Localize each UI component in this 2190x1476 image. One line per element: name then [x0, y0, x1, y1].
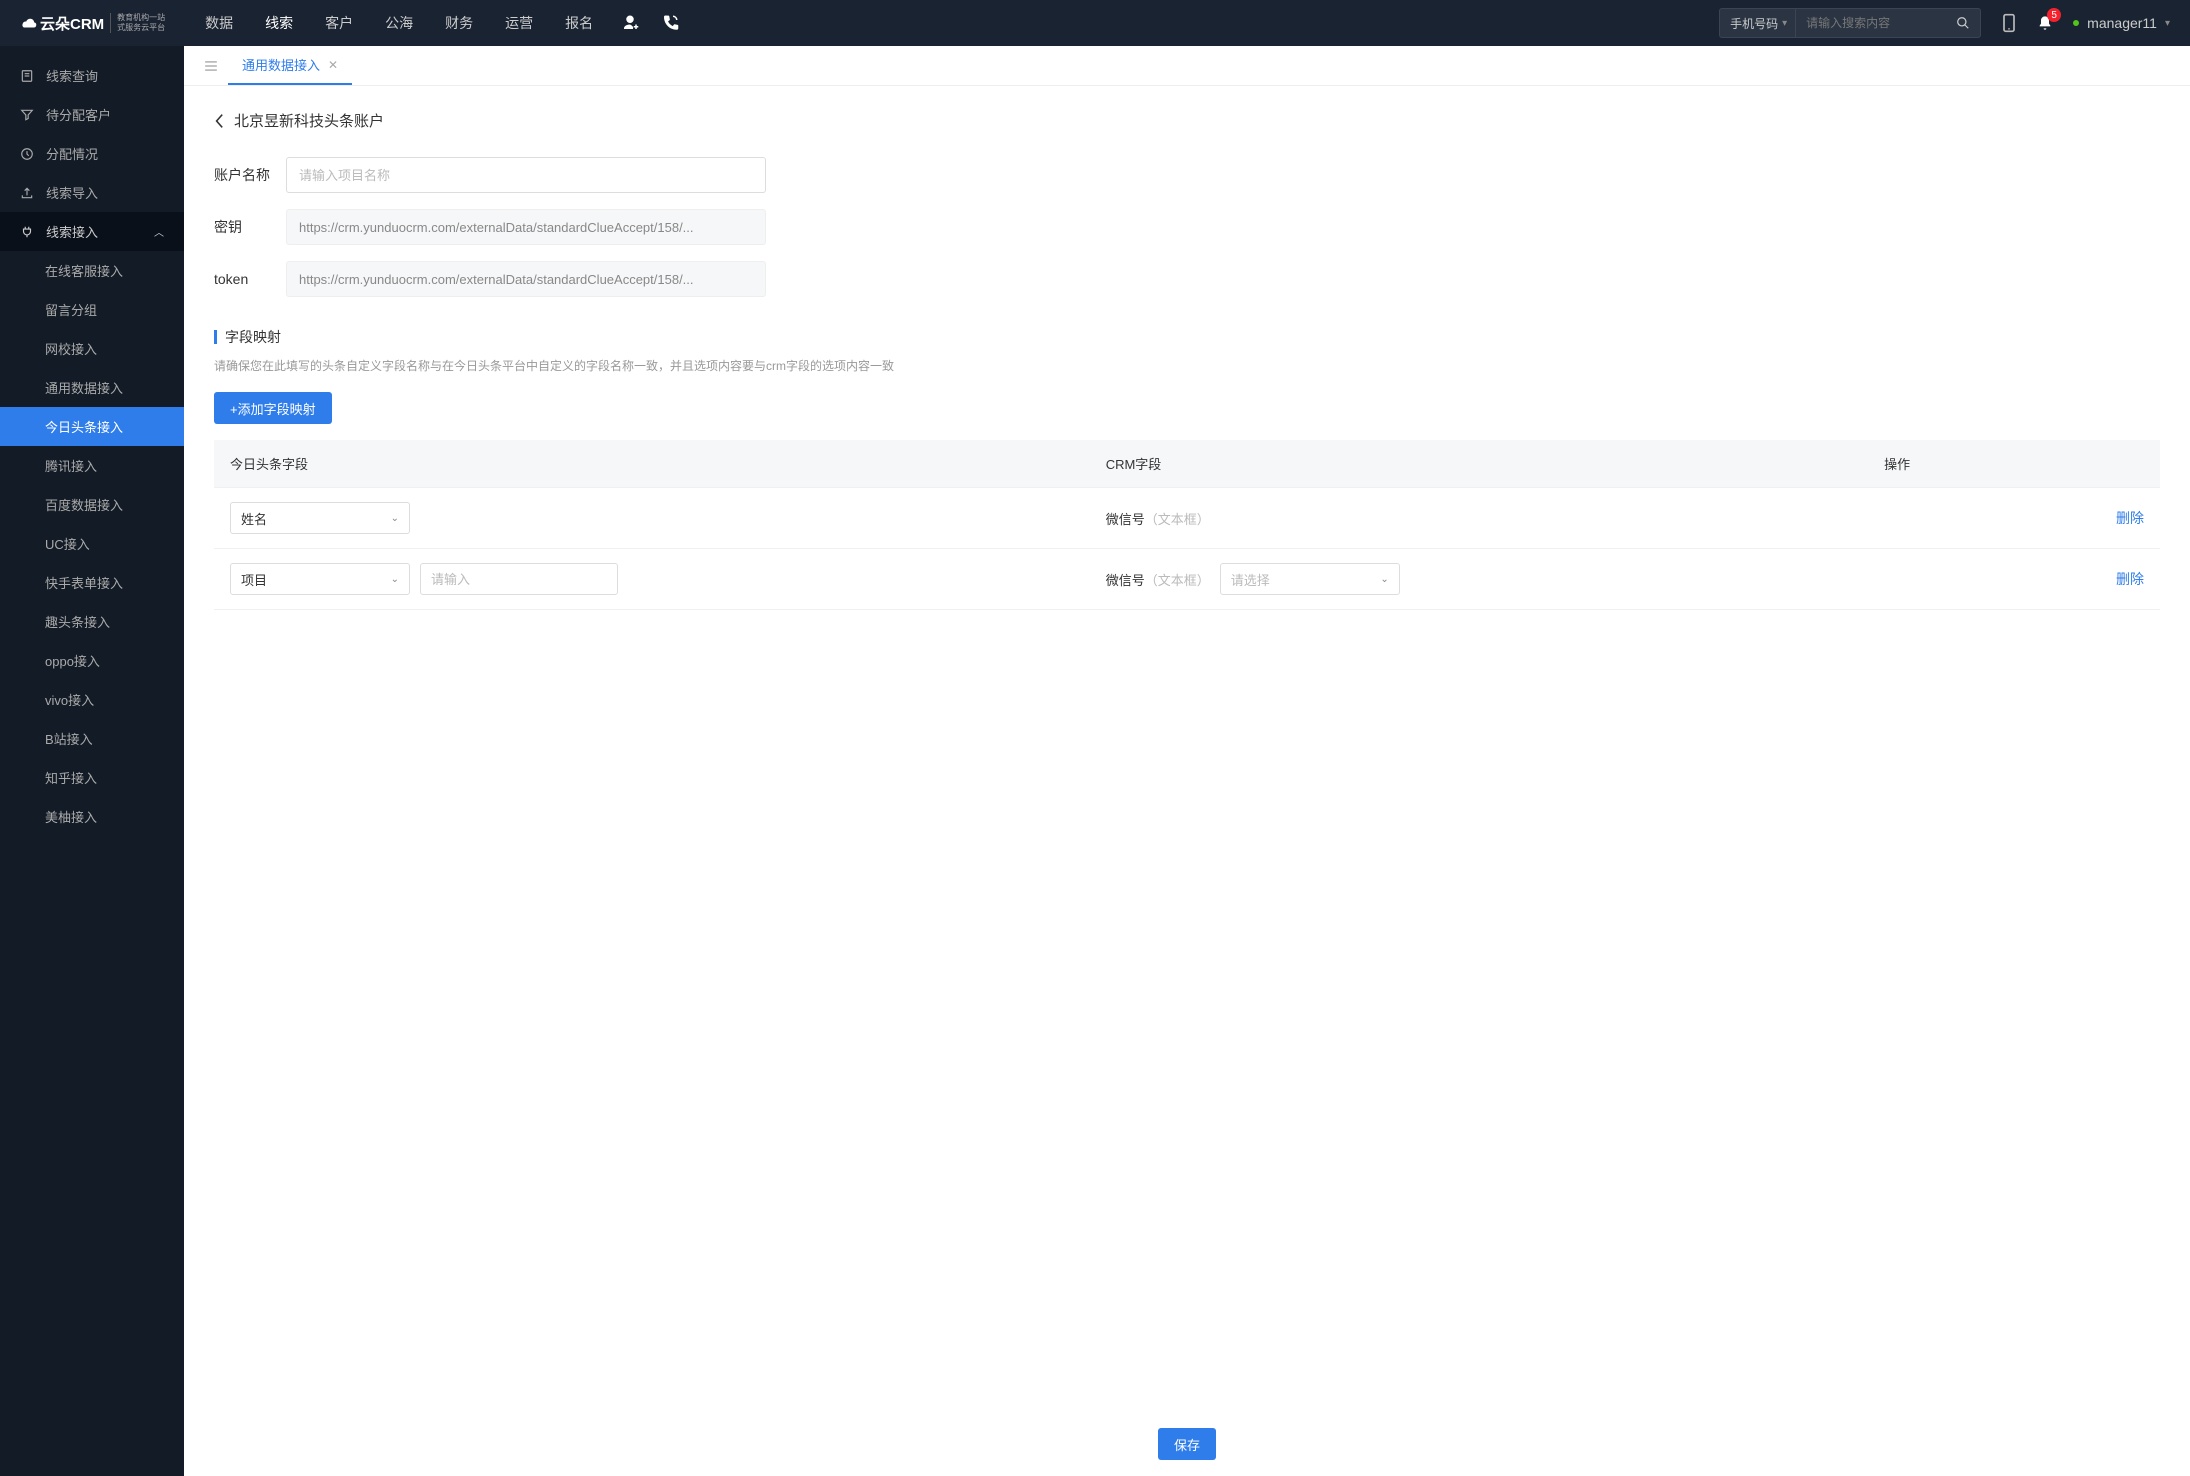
notification-button[interactable]: 5 — [2037, 14, 2053, 32]
save-button[interactable]: 保存 — [1158, 1428, 1216, 1460]
tab-general-data[interactable]: 通用数据接入 ✕ — [228, 46, 352, 85]
sidebar-item-school[interactable]: 网校接入 — [0, 329, 184, 368]
sidebar-item-general-data[interactable]: 通用数据接入 — [0, 368, 184, 407]
filter-icon — [20, 108, 34, 122]
topnav-clue[interactable]: 线索 — [265, 13, 293, 33]
account-name-label: 账户名称 — [214, 165, 286, 185]
secret-input[interactable] — [286, 209, 766, 245]
footer: 保存 — [184, 1412, 2190, 1476]
back-icon[interactable] — [214, 113, 224, 129]
table-row: 项目 ⌄ 微信号（文本框） 请选择 ⌄ — [214, 549, 2160, 610]
crm-field-select[interactable]: 请选择 ⌄ — [1220, 563, 1400, 595]
sidebar-item-zhihu[interactable]: 知乎接入 — [0, 758, 184, 797]
chevron-down-icon: ⌄ — [391, 513, 399, 524]
cloud-icon — [20, 16, 38, 30]
col-toutiao: 今日头条字段 — [214, 440, 1090, 488]
mobile-icon[interactable] — [2001, 13, 2017, 33]
secret-label: 密钥 — [214, 217, 286, 237]
sidebar: 线索查询 待分配客户 分配情况 线索导入 线索接入 ︿ 在线客服接入 留言分组 … — [0, 46, 184, 1476]
account-name-input[interactable] — [286, 157, 766, 193]
sidebar-item-clue-query[interactable]: 线索查询 — [0, 56, 184, 95]
page-title: 北京昱新科技头条账户 — [234, 110, 384, 131]
sidebar-item-baidu[interactable]: 百度数据接入 — [0, 485, 184, 524]
chevron-down-icon: ▾ — [2165, 18, 2170, 29]
doc-icon — [20, 69, 34, 83]
section-hint: 请确保您在此填写的头条自定义字段名称与在今日头条平台中自定义的字段名称一致，并且… — [214, 357, 2160, 374]
content: 北京昱新科技头条账户 账户名称 密钥 token 字段映射 请确保您在此填写的头… — [184, 86, 2190, 1476]
toutiao-field-select[interactable]: 姓名 ⌄ — [230, 502, 410, 534]
user-name: manager11 — [2087, 15, 2157, 31]
crm-field-type: （文本框） — [1145, 573, 1210, 588]
mapping-table: 今日头条字段 CRM字段 操作 姓名 ⌄ — [214, 440, 2160, 610]
search-icon[interactable] — [1946, 16, 1980, 30]
chevron-down-icon: ▾ — [1782, 18, 1787, 29]
sidebar-item-bilibili[interactable]: B站接入 — [0, 719, 184, 758]
section-title: 字段映射 — [225, 327, 281, 347]
extra-input[interactable] — [420, 563, 618, 595]
search-type-select[interactable]: 手机号码 ▾ — [1720, 9, 1796, 37]
crm-field-label: 微信号 — [1106, 573, 1145, 588]
sidebar-item-oppo[interactable]: oppo接入 — [0, 641, 184, 680]
sidebar-item-pending[interactable]: 待分配客户 — [0, 95, 184, 134]
sidebar-item-uc[interactable]: UC接入 — [0, 524, 184, 563]
logo-brand: 云朵CRM — [40, 13, 104, 34]
topbar: 云朵CRM 教育机构一站 式服务云平台 数据 线索 客户 公海 财务 运营 报名… — [0, 0, 2190, 46]
col-action: 操作 — [1868, 440, 2160, 488]
crm-field-type: （文本框） — [1145, 512, 1210, 527]
sidebar-item-allocation[interactable]: 分配情况 — [0, 134, 184, 173]
topnav-enroll[interactable]: 报名 — [565, 13, 593, 33]
tabs-menu-icon[interactable] — [194, 46, 228, 85]
sidebar-item-access[interactable]: 线索接入 ︿ — [0, 212, 184, 251]
phone-icon[interactable] — [661, 14, 679, 32]
table-header-row: 今日头条字段 CRM字段 操作 — [214, 440, 2160, 488]
sidebar-item-import[interactable]: 线索导入 — [0, 173, 184, 212]
topnav-customer[interactable]: 客户 — [325, 13, 353, 33]
search-box: 手机号码 ▾ — [1719, 8, 1981, 38]
user-menu[interactable]: manager11 ▾ — [2073, 15, 2170, 31]
clock-icon — [20, 147, 34, 161]
topnav: 数据 线索 客户 公海 财务 运营 报名 — [205, 13, 593, 33]
notification-badge: 5 — [2047, 8, 2061, 22]
toutiao-field-select[interactable]: 项目 ⌄ — [230, 563, 410, 595]
close-icon[interactable]: ✕ — [328, 58, 338, 72]
status-dot — [2073, 20, 2079, 26]
sidebar-item-tencent[interactable]: 腾讯接入 — [0, 446, 184, 485]
sidebar-item-toutiao[interactable]: 今日头条接入 — [0, 407, 184, 446]
sidebar-item-kuaishou[interactable]: 快手表单接入 — [0, 563, 184, 602]
section-bar — [214, 330, 217, 344]
sidebar-item-vivo[interactable]: vivo接入 — [0, 680, 184, 719]
sidebar-item-message-group[interactable]: 留言分组 — [0, 290, 184, 329]
table-row: 姓名 ⌄ 微信号（文本框） 删除 — [214, 488, 2160, 549]
chevron-down-icon: ⌄ — [1380, 574, 1388, 585]
sidebar-item-qutoutiao[interactable]: 趣头条接入 — [0, 602, 184, 641]
delete-link[interactable]: 删除 — [2116, 510, 2144, 526]
main: 通用数据接入 ✕ 北京昱新科技头条账户 账户名称 密钥 token — [184, 46, 2190, 1476]
search-input[interactable] — [1796, 16, 1946, 30]
chevron-down-icon: ⌄ — [391, 574, 399, 585]
tabs-bar: 通用数据接入 ✕ — [184, 46, 2190, 86]
topnav-pool[interactable]: 公海 — [385, 13, 413, 33]
token-label: token — [214, 271, 286, 287]
chevron-up-icon: ︿ — [154, 224, 164, 239]
sidebar-item-meiyou[interactable]: 美柚接入 — [0, 797, 184, 836]
topnav-ops[interactable]: 运营 — [505, 13, 533, 33]
topnav-finance[interactable]: 财务 — [445, 13, 473, 33]
user-add-icon[interactable] — [621, 14, 639, 32]
topnav-data[interactable]: 数据 — [205, 13, 233, 33]
upload-icon — [20, 186, 34, 200]
crm-field-label: 微信号 — [1106, 512, 1145, 527]
logo[interactable]: 云朵CRM 教育机构一站 式服务云平台 — [20, 13, 165, 34]
plug-icon — [20, 225, 34, 239]
sidebar-item-online-service[interactable]: 在线客服接入 — [0, 251, 184, 290]
delete-link[interactable]: 删除 — [2116, 571, 2144, 587]
token-input[interactable] — [286, 261, 766, 297]
col-crm: CRM字段 — [1090, 440, 1868, 488]
add-mapping-button[interactable]: +添加字段映射 — [214, 392, 332, 424]
